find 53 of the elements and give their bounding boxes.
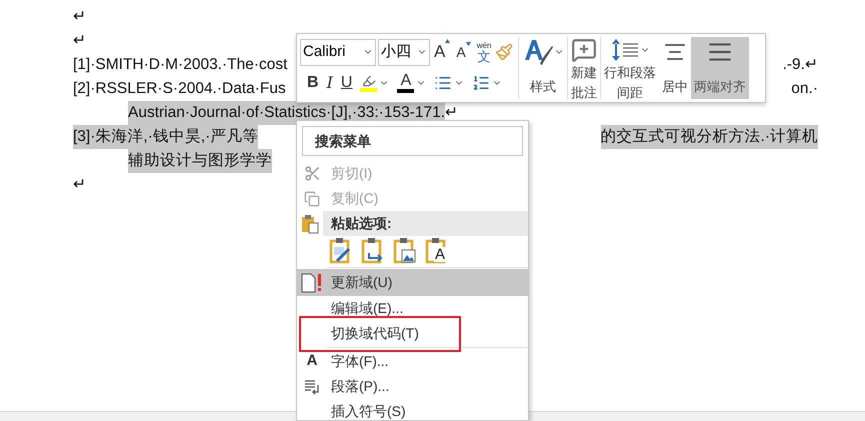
document-text: ↵: [73, 7, 86, 27]
menu-item[interactable]: 插入符号(S): [297, 399, 528, 420]
document-text: ↵: [445, 103, 458, 123]
down-triangle-icon: [466, 42, 471, 46]
spacing-button[interactable]: 行和段落 间距: [600, 37, 659, 99]
menu-item[interactable]: 编辑域(E)...: [297, 296, 528, 321]
center-button[interactable]: 居中: [659, 37, 691, 99]
line-spacing-icon: [610, 37, 640, 63]
font-color-bar: [397, 89, 414, 93]
numbering-icon: [472, 74, 490, 92]
phonetic-guide-button[interactable]: wén 文: [474, 42, 494, 62]
document-text: ↵: [73, 31, 86, 51]
copy-icon: [304, 190, 320, 206]
menu-item[interactable]: A 字体(F)...: [297, 349, 528, 374]
paste-icon: [301, 214, 319, 234]
keep-formatting-paste-icon[interactable]: [329, 237, 353, 265]
text-only-paste-label: A: [434, 247, 446, 262]
paste-options-header: 粘贴选项:: [323, 211, 528, 236]
document-text: [3]·朱海洋,·钱中昊,·严凡等: [73, 125, 258, 149]
search-field[interactable]: 搜索菜单: [302, 126, 523, 156]
up-triangle-icon: [445, 39, 450, 44]
highlighter-icon: [360, 74, 377, 88]
bullets-icon: [434, 74, 452, 92]
document-text: [2]·RSSLER·S·2004.·Data·Fus: [73, 79, 286, 99]
styles-icon: [522, 38, 554, 66]
font-size-field[interactable]: 小四: [378, 38, 430, 66]
merge-formatting-paste-icon[interactable]: [361, 237, 385, 265]
bold-button[interactable]: B: [304, 71, 322, 95]
font-icon: A: [306, 350, 318, 373]
shrink-font-button[interactable]: A: [454, 42, 473, 62]
picture-paste-icon[interactable]: [393, 237, 417, 265]
document-text: [1]·SMITH·D·M·2003.·The·cost: [73, 55, 288, 75]
update-field-icon: [301, 272, 323, 292]
highlight-color-bar: [360, 88, 378, 92]
cut-icon: [304, 165, 320, 182]
document-text: ↵: [73, 175, 86, 195]
document-text: on.·: [791, 79, 818, 99]
italic-button[interactable]: I: [324, 71, 336, 95]
underline-button[interactable]: U: [338, 71, 356, 95]
styles-button[interactable]: 样式: [518, 37, 567, 99]
comment-button[interactable]: 新建 批注: [567, 37, 600, 99]
paragraph-icon: [304, 378, 320, 394]
grow-font-button[interactable]: A: [432, 39, 452, 65]
menu-item[interactable]: 段落(P)...: [297, 374, 528, 399]
menu-item[interactable]: 更新域(U): [297, 269, 528, 296]
document-text: 的交互式可视分析方法.·计算机: [600, 125, 818, 149]
document-text: .-9.↵: [782, 55, 818, 75]
new-comment-icon: [571, 37, 597, 63]
menu-item[interactable]: 切换域代码(T): [297, 321, 528, 346]
document-text: 辅助设计与图形学学: [128, 149, 272, 173]
font-color-button[interactable]: A: [394, 71, 430, 95]
justify-button[interactable]: 两端对齐: [691, 37, 749, 99]
font-name-field[interactable]: Calibri: [300, 38, 376, 66]
